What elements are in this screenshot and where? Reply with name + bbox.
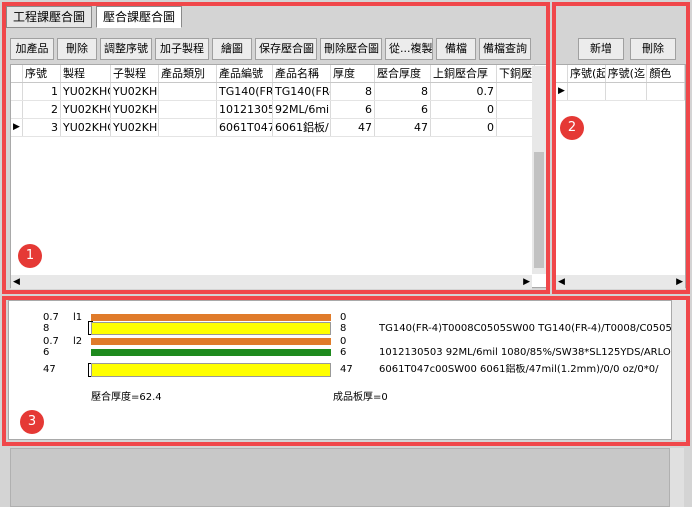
region-box	[2, 296, 690, 446]
marker-badge: 2	[560, 116, 584, 140]
marker-badge: 3	[20, 410, 44, 434]
region-box	[552, 2, 690, 294]
region-box	[2, 2, 550, 294]
bottom-panel	[10, 448, 670, 507]
bottom-scrollbar[interactable]	[670, 448, 684, 507]
marker-badge: 1	[18, 244, 42, 268]
